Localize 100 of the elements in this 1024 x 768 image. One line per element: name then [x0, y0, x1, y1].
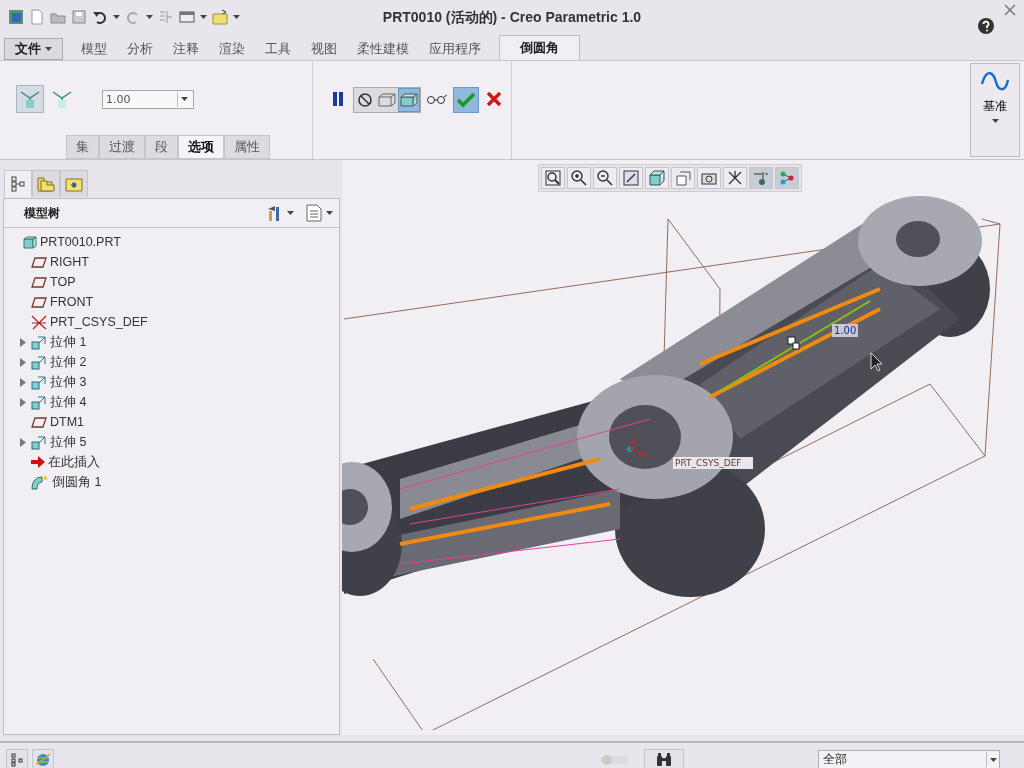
panel-tab[interactable]: 属性: [224, 135, 270, 159]
csys-label: PRT_CSYS_DEF: [675, 458, 742, 468]
navigator-tab[interactable]: [32, 170, 60, 197]
ribbon-tab[interactable]: 工具: [255, 38, 301, 60]
caret-icon: [45, 47, 52, 51]
extrude-icon: [31, 394, 47, 410]
glasses-icon: [426, 94, 448, 104]
navigator-tab[interactable]: [60, 170, 88, 197]
caret-icon: [989, 757, 997, 762]
navigator-tab[interactable]: [4, 170, 32, 197]
extrude-icon: [31, 334, 47, 350]
ribbon-tab[interactable]: 应用程序: [419, 38, 491, 60]
extrude-icon: [31, 374, 47, 390]
undo-icon[interactable]: [92, 9, 108, 25]
zoom-fit-button[interactable]: [541, 167, 565, 189]
coordinate-system-icon: [31, 314, 47, 330]
selection-filter-dropdown[interactable]: 全部: [818, 750, 1000, 768]
zoom-in-icon: [571, 170, 587, 186]
panel-tab[interactable]: 段: [145, 135, 178, 159]
tree-item[interactable]: 拉伸 5: [50, 433, 87, 451]
radius-dropdown[interactable]: 1.00: [102, 89, 194, 109]
new-file-icon[interactable]: [29, 9, 45, 25]
extrude-icon: [31, 434, 47, 450]
ribbon-tab[interactable]: 注释: [163, 38, 209, 60]
checkmark-icon: [457, 92, 475, 108]
tree-item[interactable]: RIGHT: [50, 255, 89, 269]
app-icon[interactable]: [8, 9, 24, 25]
ribbon-tab[interactable]: 柔性建模: [347, 38, 419, 60]
round-set-icon: [51, 88, 73, 110]
repaint-icon: [623, 170, 639, 186]
tree-item[interactable]: PRT0010.PRT: [40, 235, 121, 249]
repaint-button[interactable]: [619, 167, 643, 189]
binoculars-icon: [656, 752, 672, 767]
dimension-label[interactable]: 1.00: [834, 325, 857, 336]
close-icon: [486, 91, 502, 107]
ribbon-tab[interactable]: 渲染: [209, 38, 255, 60]
ribbon-tab[interactable]: 视图: [301, 38, 347, 60]
annotation-display-icon: [753, 170, 769, 186]
round-set-icon: [19, 88, 41, 110]
model-tree-toggle-button[interactable]: [6, 748, 28, 768]
window-caret-icon: [200, 15, 207, 19]
prohibited-icon: [358, 93, 372, 107]
camera-icon: [701, 170, 717, 186]
tree-item[interactable]: 拉伸 1: [50, 333, 87, 351]
browser-toggle-button[interactable]: [32, 748, 54, 768]
tree-item[interactable]: 拉伸 3: [50, 373, 87, 391]
window-title: PRT0010 (活动的) - Creo Parametric 1.0: [381, 9, 643, 27]
datum-button[interactable]: 基准: [970, 63, 1020, 157]
close-icon[interactable]: [1004, 4, 1016, 16]
camera-button[interactable]: [697, 167, 721, 189]
folder-icon[interactable]: [212, 9, 228, 25]
zoom-fit-icon: [545, 170, 561, 186]
tree-item[interactable]: DTM1: [50, 415, 85, 429]
tree-item[interactable]: 在此插入: [48, 453, 100, 471]
datum-plane-icon: [31, 276, 47, 288]
tree-item[interactable]: 拉伸 4: [50, 393, 87, 411]
zoom-out-icon: [597, 170, 613, 186]
caret-icon: [991, 119, 999, 123]
ribbon-tab[interactable]: 倒圆角: [499, 35, 580, 60]
tree-item[interactable]: 倒圆角 1: [52, 473, 102, 491]
zoom-out-button[interactable]: [593, 167, 617, 189]
datum-display-icon: [727, 170, 743, 186]
datum-plane-icon: [31, 416, 47, 428]
tree-item[interactable]: TOP: [50, 275, 76, 289]
panel-tab[interactable]: 过渡: [99, 135, 145, 159]
list-caret-icon: [326, 211, 333, 215]
shaded-preview-button[interactable]: [398, 88, 420, 112]
file-menu[interactable]: 文件: [4, 38, 63, 60]
shaded-cube-button[interactable]: [645, 167, 669, 189]
ribbon-tab[interactable]: 模型: [71, 38, 117, 60]
cube-icon: [23, 235, 37, 249]
shaded-box-icon: [400, 93, 418, 107]
list-settings-icon[interactable]: [306, 204, 322, 222]
tree-item[interactable]: PRT_CSYS_DEF: [50, 315, 148, 329]
tree-structure-icon: [11, 176, 25, 192]
window-icon[interactable]: [179, 9, 195, 25]
ribbon-tab[interactable]: 分析: [117, 38, 163, 60]
save-icon[interactable]: [71, 9, 87, 25]
find-button[interactable]: [644, 748, 684, 768]
round-icon: [31, 474, 49, 490]
datum-display-button[interactable]: [723, 167, 747, 189]
annotation-display-button[interactable]: [749, 167, 773, 189]
wireframe-box-icon: [378, 93, 396, 107]
tools-caret-icon: [287, 211, 294, 215]
zoom-in-button[interactable]: [567, 167, 591, 189]
panel-tab[interactable]: 选项: [178, 135, 224, 159]
datum-plane-icon: [31, 296, 47, 308]
favorites-folder-icon: [65, 176, 83, 192]
panel-tab[interactable]: 集: [66, 135, 99, 159]
customize-caret-icon: [233, 15, 240, 19]
panel-title: 模型树: [24, 204, 61, 222]
tree-item[interactable]: 拉伸 2: [50, 353, 87, 371]
expand-arrow-icon[interactable]: [20, 437, 26, 447]
spin-center-button[interactable]: [775, 167, 799, 189]
tree-item[interactable]: FRONT: [50, 295, 94, 309]
caret-icon: [180, 97, 188, 101]
round-mode-button[interactable]: [16, 85, 44, 113]
extrude-icon: [31, 354, 47, 370]
help-icon[interactable]: [978, 18, 994, 34]
undo-caret-icon: [113, 15, 120, 19]
